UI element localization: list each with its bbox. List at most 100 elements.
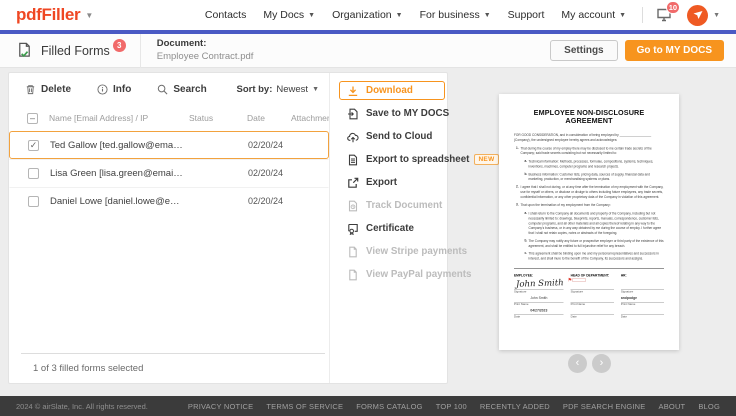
header-name[interactable]: Name [Email Address] / IP — [49, 113, 189, 123]
footer-link-privacy-notice[interactable]: PRIVACY NOTICE — [188, 402, 253, 411]
annotation-flag-icon[interactable]: ⚑ — [568, 278, 586, 283]
subclause-text: This agreement shall be binding upon me … — [529, 252, 665, 262]
document-name: Employee Contract.pdf — [157, 51, 254, 63]
nav-link-label: Support — [508, 9, 545, 21]
footer-link-top-100[interactable]: TOP 100 — [436, 402, 467, 411]
copyright-text: 2024 © airSlate, Inc. All rights reserve… — [16, 402, 148, 411]
logo-chevron-down-icon[interactable]: ▼ — [85, 11, 93, 20]
row-checkbox-cell — [28, 168, 50, 179]
row-date: 02/20/24 — [248, 196, 292, 206]
search-button[interactable]: Search — [157, 84, 206, 95]
chevron-down-icon: ▼ — [396, 12, 403, 19]
go-to-mydocs-button[interactable]: Go to MY DOCS — [625, 40, 724, 61]
table-row[interactable]: ✓ Ted Gallow [ted.gallow@email.em] / 83.4… — [9, 131, 329, 159]
header-attachment[interactable]: Attachment — [291, 113, 329, 123]
info-button[interactable]: Info — [97, 84, 131, 95]
footer-link-about[interactable]: ABOUT — [659, 402, 686, 411]
nav-link-label: Organization — [332, 9, 392, 21]
info-icon — [97, 84, 108, 95]
filled-forms-list-panel: Delete Info Search Sort by: Newest▼ – Na… — [9, 73, 330, 383]
sort-chevron-down-icon: ▼ — [312, 86, 319, 93]
paypal-payments-icon — [347, 269, 359, 281]
list-toolbar: Delete Info Search Sort by: Newest▼ — [9, 73, 329, 105]
next-page-button[interactable]: › — [592, 354, 611, 373]
subclause-text: Business information: Customer lists, pr… — [529, 172, 665, 182]
nav-link-organization[interactable]: Organization ▼ — [332, 9, 402, 21]
account-avatar[interactable] — [687, 5, 708, 26]
nav-link-label: My Docs — [263, 9, 304, 21]
nda-intro: FOR GOOD CONSIDERATION, and in considera… — [514, 133, 664, 143]
selection-summary: 1 of 3 filled forms selected — [33, 363, 143, 374]
pdffiller-logo[interactable]: pdfFiller — [16, 5, 80, 25]
row-checkbox[interactable] — [28, 168, 39, 179]
row-checkbox[interactable]: ✓ — [28, 140, 39, 151]
nda-subclause: b.Business information: Customer lists, … — [523, 172, 665, 182]
action-label: View PayPal payments — [366, 269, 471, 280]
row-checkbox-cell: ✓ — [28, 140, 50, 151]
preview-pager: ‹ › — [568, 354, 611, 373]
top-navigation: pdfFiller ▼ ContactsMy Docs▼Organization… — [0, 0, 736, 30]
account-chevron-down-icon[interactable]: ▼ — [713, 12, 720, 19]
table-row[interactable]: Lisa Green [lisa.green@email.em] / 83.43… — [9, 159, 329, 187]
row-name: Ted Gallow [ted.gallow@email.em] / 83.4.… — [50, 140, 190, 151]
footer-link-recently-added[interactable]: RECENTLY ADDED — [480, 402, 550, 411]
certificate-button[interactable]: Certificate — [339, 219, 507, 238]
footer-link-pdf-search-engine[interactable]: PDF SEARCH ENGINE — [563, 402, 646, 411]
export-to-spreadsheet-button[interactable]: Export to spreadsheetNEW — [339, 150, 507, 169]
footer-link-terms-of-service[interactable]: TERMS OF SERVICE — [266, 402, 343, 411]
date-label: Date — [621, 315, 664, 318]
nda-clauses: 1.That during the course of my employ th… — [514, 146, 664, 261]
download-button[interactable]: Download — [339, 81, 445, 100]
nav-link-my-account[interactable]: My account▼ — [561, 9, 626, 21]
prev-page-button[interactable]: ‹ — [568, 354, 587, 373]
nav-link-contacts[interactable]: Contacts — [205, 9, 246, 21]
certificate-icon — [347, 223, 359, 235]
nda-document: EMPLOYEE NON-DISCLOSURE AGREEMENT FOR GO… — [499, 94, 679, 350]
export-icon — [347, 177, 359, 189]
clause-text: That during the course of my employ ther… — [521, 146, 665, 156]
table-body: ✓ Ted Gallow [ted.gallow@email.em] / 83.4… — [9, 131, 329, 215]
header-date[interactable]: Date — [247, 113, 291, 123]
nav-divider — [642, 7, 643, 23]
sort-dropdown[interactable]: Newest▼ — [276, 84, 319, 95]
nda-subclause: a.Technical information: Methods, proces… — [523, 160, 665, 170]
flag-glyph: ⚑ — [568, 278, 572, 283]
row-date: 02/20/24 — [248, 140, 292, 150]
footer-link-blog[interactable]: BLOG — [698, 402, 720, 411]
footer-link-forms-catalog[interactable]: FORMS CATALOG — [356, 402, 423, 411]
signature-column: EMPLOYEE:John SmithSignatureJohn SmithPr… — [514, 274, 564, 322]
settings-button[interactable]: Settings — [550, 40, 617, 61]
subclause-text: Technical information: Methods, processe… — [529, 160, 665, 170]
nav-link-support[interactable]: Support — [508, 9, 545, 21]
notifications-icon[interactable]: 10 — [655, 6, 673, 24]
action-label: Export to spreadsheet — [366, 154, 469, 165]
print-name-label: Print Name — [514, 303, 564, 306]
send-to-cloud-button[interactable]: Send to Cloud — [339, 127, 507, 146]
track-document-button: Track Document — [339, 196, 507, 215]
nda-title: EMPLOYEE NON-DISCLOSURE AGREEMENT — [514, 109, 664, 125]
document-preview-page[interactable]: EMPLOYEE NON-DISCLOSURE AGREEMENT FOR GO… — [499, 94, 679, 350]
header-status[interactable]: Status — [189, 113, 247, 123]
select-all-checkbox[interactable]: – — [27, 113, 38, 124]
track-document-icon — [347, 200, 359, 212]
export-button[interactable]: Export — [339, 173, 507, 192]
nav-link-for-business[interactable]: For business▼ — [420, 9, 491, 21]
delete-button[interactable]: Delete — [25, 84, 71, 95]
filled-forms-count-badge: 3 — [113, 39, 126, 52]
row-checkbox[interactable] — [28, 196, 39, 207]
page-title: Filled Forms — [41, 44, 110, 58]
signature-space — [621, 278, 664, 289]
main-card: Delete Info Search Sort by: Newest▼ – Na… — [8, 72, 448, 384]
action-label: Track Document — [366, 200, 442, 211]
table-row[interactable]: Daniel Lowe [daniel.lowe@email.em] / 83.… — [9, 187, 329, 215]
row-name: Daniel Lowe [daniel.lowe@email.em] / 83.… — [50, 196, 190, 207]
chevron-down-icon: ▼ — [619, 12, 626, 19]
chevron-down-icon: ▼ — [484, 12, 491, 19]
print-name-label: Print Name — [621, 303, 664, 306]
save-to-my-docs-button[interactable]: Save to MY DOCS — [339, 104, 507, 123]
download-icon — [347, 85, 359, 97]
nav-link-my-docs[interactable]: My Docs▼ — [263, 9, 315, 21]
annotation-box — [573, 278, 586, 282]
notification-count-badge: 10 — [666, 1, 680, 14]
action-label: Send to Cloud — [366, 131, 432, 142]
